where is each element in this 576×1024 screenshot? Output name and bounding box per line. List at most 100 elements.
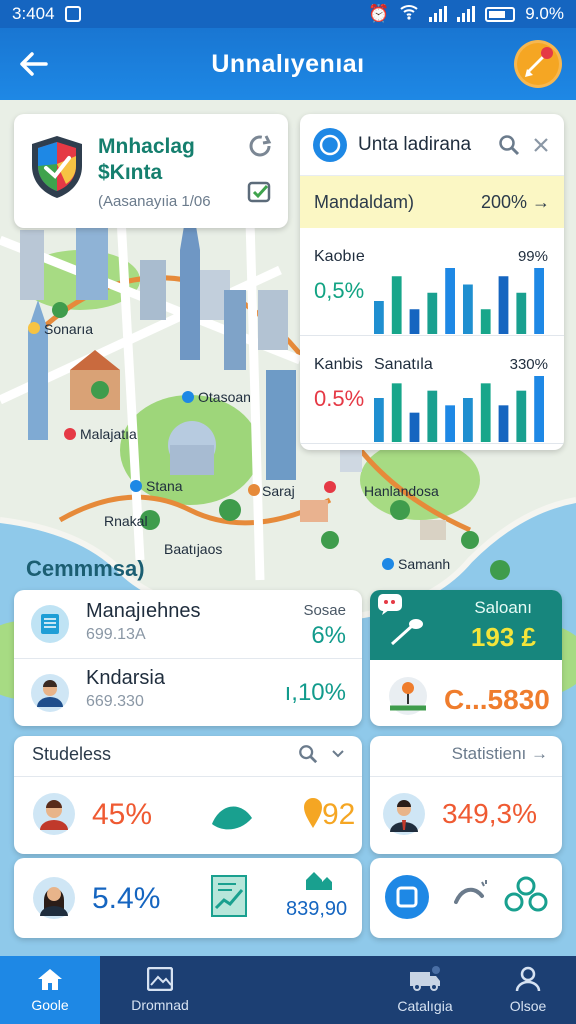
chart-bar — [445, 405, 455, 442]
microphone-icon — [390, 619, 423, 646]
refresh-icon[interactable] — [246, 132, 274, 160]
app-subtitle: (Aasanayıia 1/06 — [98, 193, 211, 210]
buildings-icon — [306, 872, 332, 890]
students-value-1: 45% — [92, 798, 153, 831]
chart-value: 0,5% — [314, 278, 365, 303]
chart-label: Kanbis — [314, 356, 363, 373]
avatar[interactable] — [32, 876, 76, 920]
sales-title: Saloanı — [474, 598, 532, 617]
students-card: Studeless 45% 92 5.4% 839,90 — [14, 736, 362, 940]
nav-catalog[interactable]: Catalıgia — [370, 956, 480, 1024]
profile-avatar[interactable] — [514, 40, 562, 88]
chart-bar — [498, 405, 509, 442]
back-arrow-icon[interactable] — [16, 46, 52, 82]
status-time: 3:404 — [12, 4, 55, 23]
stats-panel: Unta ladirana Mandaldam) 200% → Kaobıe 0… — [300, 114, 564, 450]
app-name-line2: $Kınta — [98, 161, 163, 184]
location-pin-icon — [389, 677, 427, 715]
app-name-line1: Mnhaclag — [98, 135, 195, 158]
nav-home[interactable]: Goole — [0, 956, 100, 1024]
list-item-sub: 669.330 — [86, 693, 144, 710]
nav-profile[interactable]: Olsoe — [480, 956, 576, 1024]
sales-bottom-value: C...5830 — [444, 684, 550, 715]
map-label: Otasoan — [198, 389, 251, 405]
list-item-name: Manajıehnes — [86, 600, 201, 622]
chart-document-icon — [211, 875, 247, 917]
whistle-icon — [454, 880, 487, 904]
list-item-value: ı,10% — [284, 679, 346, 706]
alarm-icon: ⏰ — [368, 4, 390, 23]
map-label: Malajatıa — [80, 426, 137, 442]
panel-title: Unta ladirana — [358, 133, 472, 155]
share-button[interactable] — [384, 874, 430, 920]
wifi-icon — [399, 4, 419, 25]
map-label: Sonarıa — [44, 321, 93, 337]
chart-bar — [516, 292, 527, 334]
students-right-2: 839,90 — [286, 898, 348, 920]
list-item[interactable]: Kndarsia 669.330 ı,10% — [14, 658, 362, 726]
sales-value: 193 £ — [470, 622, 536, 652]
chart-bar — [391, 383, 402, 442]
map-label: Stana — [146, 478, 183, 494]
chevron-down-icon[interactable] — [330, 746, 346, 762]
chart-bar — [374, 398, 384, 442]
section-label: Cemmmsa) — [26, 556, 145, 581]
pin-icon — [304, 798, 322, 828]
avatar[interactable] — [32, 792, 76, 836]
chart-percent: 99% — [517, 248, 548, 265]
signal-icon — [429, 6, 448, 22]
app-header: Unnalıyenıaı — [0, 28, 576, 100]
map-label: Samanh — [398, 556, 450, 572]
notification-icon — [64, 6, 81, 22]
chart-bar — [534, 376, 544, 442]
image-icon — [147, 967, 173, 991]
map-label: Rnakal — [104, 513, 148, 529]
battery-icon — [485, 6, 516, 22]
students-panel-top: Studeless 45% 92 — [14, 736, 362, 854]
app-name: Mnhaclag $Kınta — [98, 134, 195, 186]
list-item[interactable]: Manajıehnes 699.13A Sosae 6% — [14, 590, 362, 658]
app-info-card[interactable]: Mnhaclag $Kınta (Aasanayıia 1/06 — [14, 114, 288, 228]
panel-header: Unta ladirana — [300, 114, 564, 176]
chart-block-2: Kanbis Sanatıla 0.5% 330% — [300, 336, 564, 444]
chart-label: Kaobıe — [314, 248, 365, 265]
network-icon — [504, 876, 548, 912]
sales-card-header: Saloanı 193 £ — [370, 590, 562, 660]
chart-bar — [480, 309, 491, 334]
chart-bar — [498, 276, 509, 334]
chart-bar — [480, 383, 491, 442]
chart-bar — [409, 412, 420, 442]
statistics-panel-bottom — [370, 858, 562, 938]
sales-card[interactable]: Saloanı 193 £ C...5830 — [370, 590, 562, 726]
chart-bar — [427, 390, 438, 442]
nav-download[interactable]: Dromnad — [100, 956, 220, 1024]
document-icon — [31, 605, 69, 643]
chart-bar — [445, 268, 455, 334]
list-item-value: 6% — [311, 622, 346, 649]
bar-chart-1 — [374, 268, 544, 334]
nav-label: Goole — [31, 997, 69, 1013]
chart-value: 0.5% — [314, 386, 365, 411]
panel-summary-strip[interactable]: Mandaldam) 200% → — [300, 176, 564, 228]
leaf-icon — [212, 806, 252, 830]
verified-icon[interactable] — [246, 178, 274, 206]
target-icon — [313, 127, 347, 162]
strip-value: 200% → — [480, 191, 550, 212]
battery-level: 9.0% — [525, 4, 564, 23]
avatar[interactable] — [382, 792, 426, 836]
map-label: Baatıjaos — [164, 541, 222, 557]
students-title: Studeless — [32, 744, 112, 764]
chart-bar — [391, 276, 402, 334]
statistics-title[interactable]: Statistienı → — [452, 744, 548, 764]
chart-bar — [463, 284, 473, 334]
statistics-card: Statistienı → 349,3% — [370, 736, 562, 940]
search-icon[interactable] — [298, 744, 318, 764]
list-item-sub: 699.13A — [86, 626, 146, 643]
status-bar: 3:404 ⏰ 9.0% — [0, 0, 576, 28]
map-label: Hanlandosa — [364, 483, 439, 499]
close-icon[interactable] — [530, 134, 552, 156]
search-icon[interactable] — [498, 134, 520, 156]
statistics-panel-top[interactable]: Statistienı → 349,3% — [370, 736, 562, 854]
chart-bar — [427, 292, 438, 334]
